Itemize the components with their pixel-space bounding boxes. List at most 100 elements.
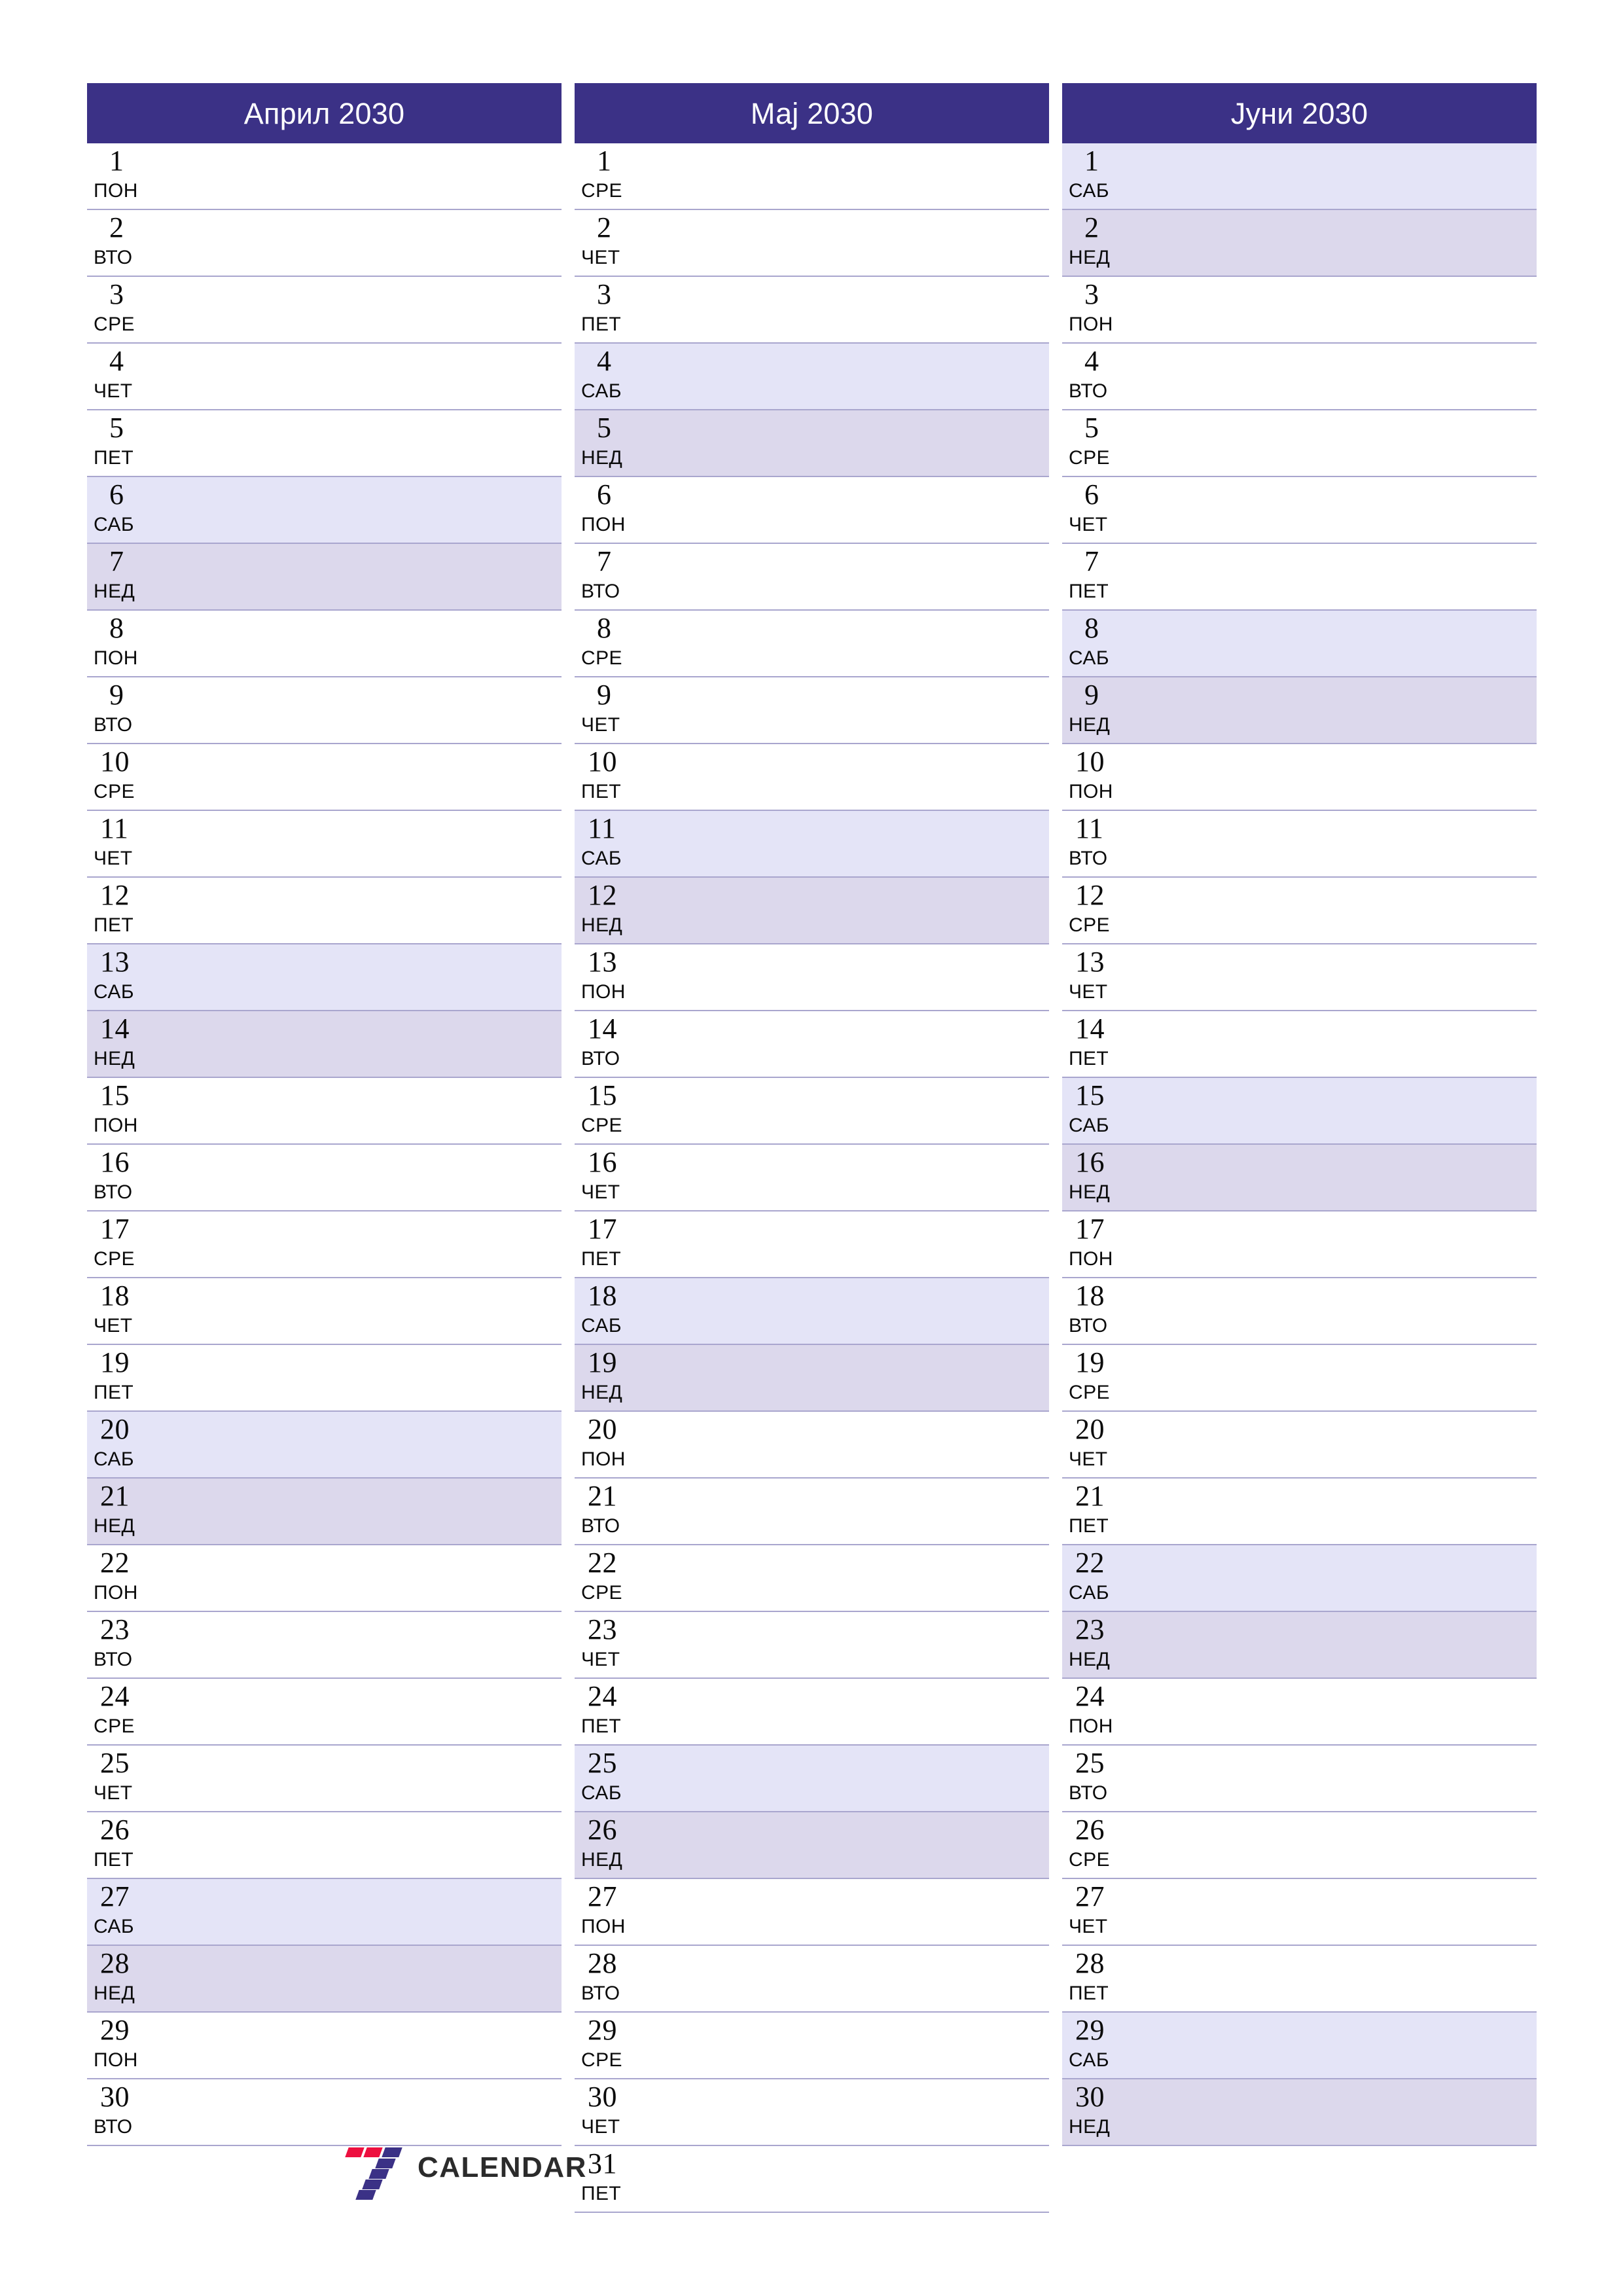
day-row[interactable]: 28 ПЕТ <box>1062 1946 1537 2013</box>
day-row[interactable]: 4 ЧЕТ <box>87 344 562 410</box>
day-weekday-label: САБ <box>94 1916 134 1937</box>
day-weekday-label: ЧЕТ <box>1069 514 1108 535</box>
day-row[interactable]: 19 НЕД <box>575 1345 1049 1412</box>
day-row[interactable]: 6 САБ <box>87 477 562 544</box>
day-row[interactable]: 7 ПЕТ <box>1062 544 1537 611</box>
day-row[interactable]: 30 ЧЕТ <box>575 2079 1049 2146</box>
day-row[interactable]: 15 СРЕ <box>575 1078 1049 1145</box>
day-row[interactable]: 4 САБ <box>575 344 1049 410</box>
day-weekday-label: ПОН <box>94 647 138 669</box>
day-row[interactable]: 15 ПОН <box>87 1078 562 1145</box>
day-row[interactable]: 28 ВТО <box>575 1946 1049 2013</box>
day-row[interactable]: 26 НЕД <box>575 1812 1049 1879</box>
day-row[interactable]: 9 ВТО <box>87 677 562 744</box>
day-row[interactable]: 8 ПОН <box>87 611 562 677</box>
month-column-2: Мај 2030 1 СРЕ 2 ЧЕТ 3 ПЕТ 4 САБ 5 НЕД 6 ПОН 7 ВТО 8 СР… <box>575 83 1049 2213</box>
day-row[interactable]: 30 НЕД <box>1062 2079 1537 2146</box>
day-row[interactable]: 11 САБ <box>575 811 1049 878</box>
logo-segment-purple-4 <box>362 2179 383 2189</box>
day-row[interactable]: 17 СРЕ <box>87 1211 562 1278</box>
day-row[interactable]: 29 ПОН <box>87 2013 562 2079</box>
day-row[interactable]: 7 ВТО <box>575 544 1049 611</box>
day-row[interactable]: 21 НЕД <box>87 1479 562 1545</box>
day-row[interactable]: 14 НЕД <box>87 1011 562 1078</box>
day-row[interactable]: 21 ПЕТ <box>1062 1479 1537 1545</box>
day-row[interactable]: 3 ПОН <box>1062 277 1537 344</box>
day-row[interactable]: 3 СРЕ <box>87 277 562 344</box>
day-row[interactable]: 22 САБ <box>1062 1545 1537 1612</box>
day-weekday-label: ПОН <box>581 1916 626 1937</box>
day-row[interactable]: 6 ЧЕТ <box>1062 477 1537 544</box>
day-row[interactable]: 1 СРЕ <box>575 143 1049 210</box>
day-row[interactable]: 19 СРЕ <box>1062 1345 1537 1412</box>
day-row[interactable]: 21 ВТО <box>575 1479 1049 1545</box>
day-row[interactable]: 14 ПЕТ <box>1062 1011 1537 1078</box>
day-row[interactable]: 26 ПЕТ <box>87 1812 562 1879</box>
day-row[interactable]: 13 ПОН <box>575 944 1049 1011</box>
day-row[interactable]: 20 ПОН <box>575 1412 1049 1479</box>
day-row[interactable]: 11 ВТО <box>1062 811 1537 878</box>
day-row[interactable]: 26 СРЕ <box>1062 1812 1537 1879</box>
day-row[interactable]: 9 ЧЕТ <box>575 677 1049 744</box>
day-row[interactable]: 22 ПОН <box>87 1545 562 1612</box>
day-row[interactable]: 27 ПОН <box>575 1879 1049 1946</box>
day-row[interactable]: 25 ЧЕТ <box>87 1746 562 1812</box>
day-row[interactable]: 16 ВТО <box>87 1145 562 1211</box>
day-weekday-label: ВТО <box>581 1515 620 1537</box>
day-number: 1 <box>1084 145 1099 177</box>
day-row[interactable]: 16 НЕД <box>1062 1145 1537 1211</box>
day-row[interactable]: 5 СРЕ <box>1062 410 1537 477</box>
day-row[interactable]: 30 ВТО <box>87 2079 562 2146</box>
day-number: 15 <box>588 1079 617 1111</box>
day-row[interactable]: 19 ПЕТ <box>87 1345 562 1412</box>
day-row[interactable]: 10 ПЕТ <box>575 744 1049 811</box>
day-row[interactable]: 6 ПОН <box>575 477 1049 544</box>
day-row[interactable]: 17 ПЕТ <box>575 1211 1049 1278</box>
day-row[interactable]: 3 ПЕТ <box>575 277 1049 344</box>
day-row[interactable]: 31 ПЕТ <box>575 2146 1049 2213</box>
day-row[interactable]: 15 САБ <box>1062 1078 1537 1145</box>
day-row[interactable]: 5 ПЕТ <box>87 410 562 477</box>
day-row[interactable]: 2 НЕД <box>1062 210 1537 277</box>
day-row[interactable]: 12 СРЕ <box>1062 878 1537 944</box>
day-row[interactable]: 17 ПОН <box>1062 1211 1537 1278</box>
day-row[interactable]: 23 НЕД <box>1062 1612 1537 1679</box>
day-row[interactable]: 13 ЧЕТ <box>1062 944 1537 1011</box>
day-row[interactable]: 10 ПОН <box>1062 744 1537 811</box>
day-row[interactable]: 22 СРЕ <box>575 1545 1049 1612</box>
day-row[interactable]: 5 НЕД <box>575 410 1049 477</box>
day-row[interactable]: 18 ВТО <box>1062 1278 1537 1345</box>
day-row[interactable]: 28 НЕД <box>87 1946 562 2013</box>
day-row[interactable]: 2 ВТО <box>87 210 562 277</box>
day-row[interactable]: 12 ПЕТ <box>87 878 562 944</box>
day-row[interactable]: 25 ВТО <box>1062 1746 1537 1812</box>
day-row[interactable]: 8 САБ <box>1062 611 1537 677</box>
day-row[interactable]: 27 САБ <box>87 1879 562 1946</box>
day-row[interactable]: 29 САБ <box>1062 2013 1537 2079</box>
day-row[interactable]: 9 НЕД <box>1062 677 1537 744</box>
day-row[interactable]: 7 НЕД <box>87 544 562 611</box>
day-row[interactable]: 2 ЧЕТ <box>575 210 1049 277</box>
day-row[interactable]: 24 СРЕ <box>87 1679 562 1746</box>
day-row[interactable]: 12 НЕД <box>575 878 1049 944</box>
day-row[interactable]: 23 ВТО <box>87 1612 562 1679</box>
day-row[interactable]: 14 ВТО <box>575 1011 1049 1078</box>
day-row[interactable]: 29 СРЕ <box>575 2013 1049 2079</box>
day-row[interactable]: 23 ЧЕТ <box>575 1612 1049 1679</box>
day-row[interactable]: 24 ПОН <box>1062 1679 1537 1746</box>
day-row[interactable]: 25 САБ <box>575 1746 1049 1812</box>
day-row[interactable]: 10 СРЕ <box>87 744 562 811</box>
day-row[interactable]: 13 САБ <box>87 944 562 1011</box>
day-row[interactable]: 18 ЧЕТ <box>87 1278 562 1345</box>
day-row[interactable]: 8 СРЕ <box>575 611 1049 677</box>
day-row[interactable]: 16 ЧЕТ <box>575 1145 1049 1211</box>
day-row[interactable]: 27 ЧЕТ <box>1062 1879 1537 1946</box>
day-row[interactable]: 1 САБ <box>1062 143 1537 210</box>
day-row[interactable]: 24 ПЕТ <box>575 1679 1049 1746</box>
day-row[interactable]: 20 ЧЕТ <box>1062 1412 1537 1479</box>
day-row[interactable]: 4 ВТО <box>1062 344 1537 410</box>
day-row[interactable]: 1 ПОН <box>87 143 562 210</box>
day-row[interactable]: 20 САБ <box>87 1412 562 1479</box>
day-row[interactable]: 11 ЧЕТ <box>87 811 562 878</box>
day-row[interactable]: 18 САБ <box>575 1278 1049 1345</box>
